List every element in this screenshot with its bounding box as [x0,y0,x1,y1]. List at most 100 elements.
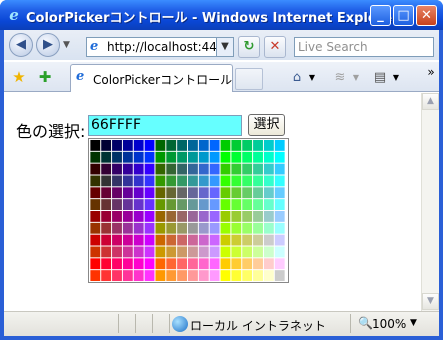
color-swatch[interactable] [242,199,253,211]
color-swatch[interactable] [90,210,101,222]
color-swatch[interactable] [90,270,101,282]
print-icon[interactable]: ▤ [370,68,390,88]
search-input[interactable]: Live Search [294,37,434,57]
color-swatch[interactable] [90,234,101,246]
history-dropdown-icon[interactable]: ▼ [63,40,70,50]
color-swatch[interactable] [101,199,112,211]
color-swatch[interactable] [242,258,253,270]
color-swatch[interactable] [155,187,166,199]
color-swatch[interactable] [209,246,220,258]
color-swatch[interactable] [177,258,188,270]
color-swatch[interactable] [112,151,122,163]
color-swatch[interactable] [274,187,285,199]
color-swatch[interactable] [112,175,122,187]
color-swatch[interactable] [263,222,274,234]
color-swatch[interactable] [122,175,133,187]
zoom-dropdown-icon[interactable]: ▼ [410,318,417,328]
color-swatch[interactable] [231,151,242,163]
color-swatch[interactable] [231,222,242,234]
color-swatch[interactable] [253,187,263,199]
color-swatch[interactable] [144,163,155,175]
color-swatch[interactable] [122,187,133,199]
color-swatch[interactable] [144,234,155,246]
color-swatch[interactable] [144,187,155,199]
color-swatch[interactable] [220,139,231,151]
color-swatch[interactable] [220,187,231,199]
color-swatch[interactable] [198,258,209,270]
color-swatch[interactable] [144,270,155,282]
color-swatch[interactable] [274,163,285,175]
stop-icon[interactable]: ✕ [264,36,286,58]
title-bar[interactable]: e ColorPickerコントロール - Windows Internet E… [0,0,443,30]
color-input[interactable]: 66FFFF [88,115,242,136]
color-swatch[interactable] [263,151,274,163]
color-swatch[interactable] [177,199,188,211]
color-swatch[interactable] [101,163,112,175]
color-swatch[interactable] [231,199,242,211]
color-swatch[interactable] [263,139,274,151]
color-swatch[interactable] [220,151,231,163]
color-swatch[interactable] [274,234,285,246]
forward-arrow-icon[interactable]: ▶ [36,33,60,57]
color-swatch[interactable] [133,199,144,211]
color-swatch[interactable] [209,187,220,199]
color-swatch[interactable] [231,270,242,282]
color-swatch[interactable] [155,151,166,163]
zoom-level[interactable]: 100% [372,317,406,331]
color-palette[interactable] [88,138,289,283]
color-swatch[interactable] [188,222,198,234]
color-swatch[interactable] [274,258,285,270]
color-swatch[interactable] [253,199,263,211]
color-swatch[interactable] [155,175,166,187]
color-swatch[interactable] [155,246,166,258]
color-swatch[interactable] [242,163,253,175]
color-swatch[interactable] [177,139,188,151]
color-swatch[interactable] [220,163,231,175]
color-swatch[interactable] [177,246,188,258]
color-swatch[interactable] [144,151,155,163]
color-swatch[interactable] [133,139,144,151]
color-swatch[interactable] [177,175,188,187]
color-swatch[interactable] [263,270,274,282]
color-swatch[interactable] [198,270,209,282]
color-swatch[interactable] [101,139,112,151]
color-swatch[interactable] [263,258,274,270]
color-swatch[interactable] [263,234,274,246]
color-swatch[interactable] [209,270,220,282]
color-swatch[interactable] [122,270,133,282]
color-swatch[interactable] [274,270,285,282]
color-swatch[interactable] [101,187,112,199]
color-swatch[interactable] [274,139,285,151]
color-swatch[interactable] [253,210,263,222]
color-swatch[interactable] [198,175,209,187]
color-swatch[interactable] [101,234,112,246]
color-swatch[interactable] [188,270,198,282]
color-swatch[interactable] [198,210,209,222]
color-swatch[interactable] [274,199,285,211]
color-swatch[interactable] [112,163,122,175]
color-swatch[interactable] [188,151,198,163]
color-swatch[interactable] [188,258,198,270]
color-swatch[interactable] [122,163,133,175]
color-swatch[interactable] [274,151,285,163]
color-swatch[interactable] [122,139,133,151]
color-swatch[interactable] [263,175,274,187]
color-swatch[interactable] [209,199,220,211]
home-icon[interactable]: ⌂ [286,68,308,88]
tab-active[interactable]: e ColorPickerコントロール [70,64,233,92]
color-swatch[interactable] [166,210,177,222]
color-swatch[interactable] [198,163,209,175]
color-swatch[interactable] [188,163,198,175]
color-swatch[interactable] [209,222,220,234]
color-swatch[interactable] [274,175,285,187]
color-swatch[interactable] [209,258,220,270]
scroll-up-icon[interactable]: ▲ [422,93,439,110]
color-swatch[interactable] [155,234,166,246]
color-swatch[interactable] [144,175,155,187]
color-swatch[interactable] [112,234,122,246]
color-swatch[interactable] [253,175,263,187]
color-swatch[interactable] [177,234,188,246]
color-swatch[interactable] [177,270,188,282]
color-swatch[interactable] [220,258,231,270]
color-swatch[interactable] [188,210,198,222]
